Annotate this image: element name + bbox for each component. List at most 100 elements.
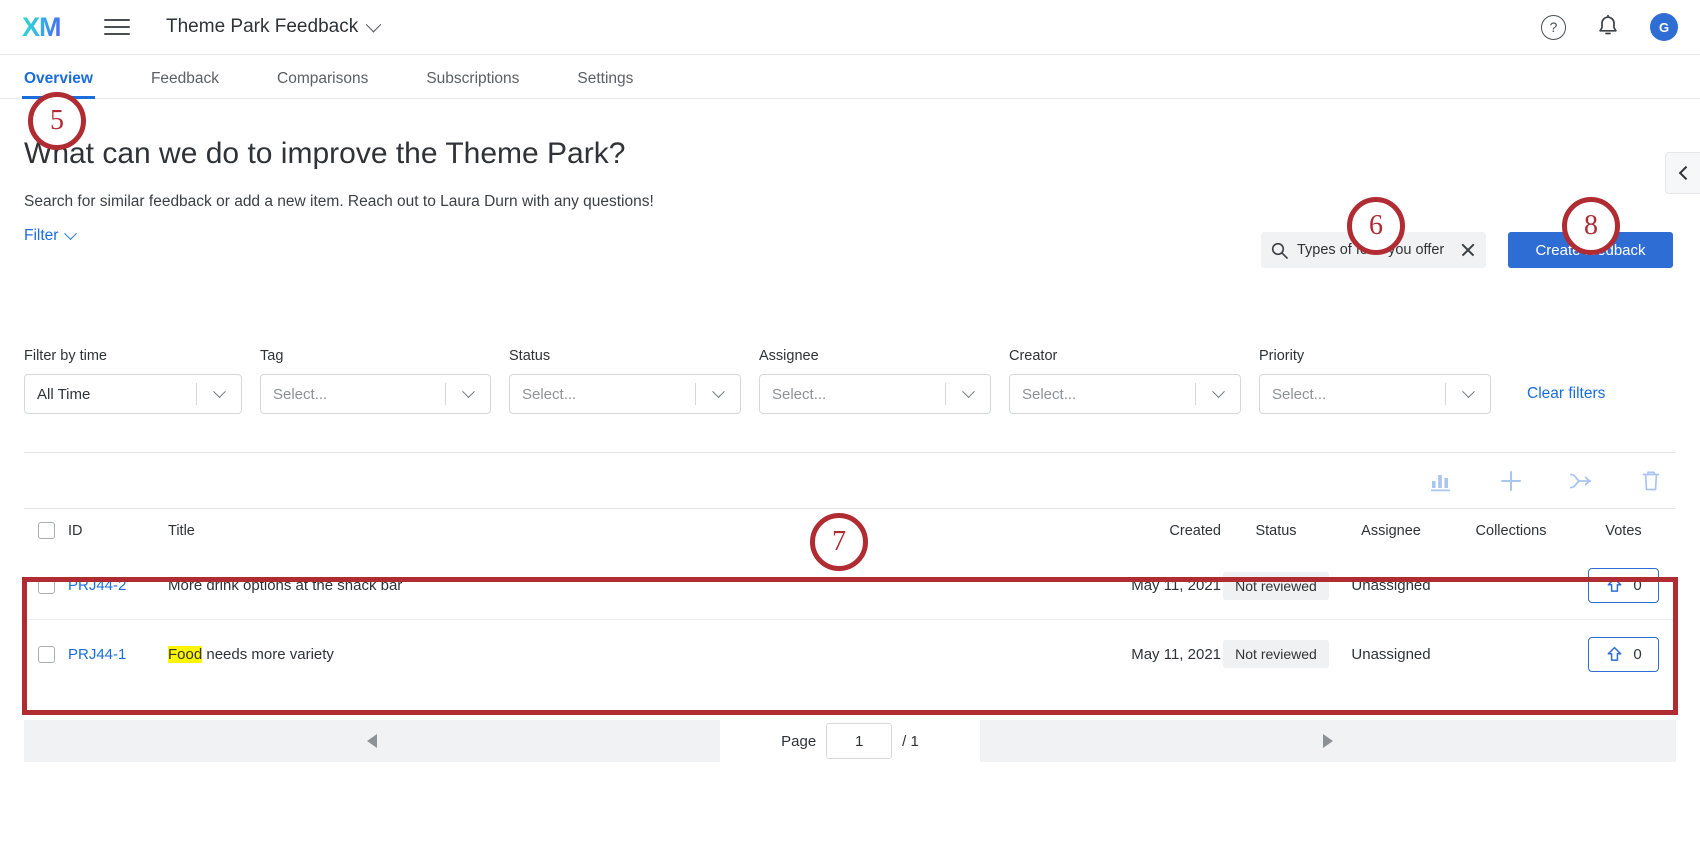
filter-group-priority: Priority Select... (1259, 348, 1491, 414)
trash-icon[interactable] (1638, 468, 1664, 494)
feedback-id-link[interactable]: PRJ44-2 (68, 577, 126, 594)
filter-value: All Time (25, 386, 196, 403)
annotation-marker-7: 7 (810, 513, 868, 571)
select-all-checkbox[interactable] (38, 522, 55, 539)
select-all-cell (24, 522, 68, 539)
filter-value: Select... (510, 386, 695, 403)
column-header-status[interactable]: Status (1221, 523, 1331, 539)
hamburger-icon[interactable] (104, 17, 130, 37)
row-select-cell (24, 577, 68, 594)
page-subtitle: Search for similar feedback or add a new… (24, 193, 654, 211)
feedback-id-link[interactable]: PRJ44-1 (68, 646, 126, 663)
annotation-marker-5: 5 (28, 92, 86, 150)
vote-button[interactable]: 0 (1588, 568, 1658, 603)
chevron-down-icon[interactable] (1446, 390, 1490, 399)
avatar[interactable]: G (1650, 13, 1678, 41)
table-body: PRJ44-2 More drink options at the snack … (24, 552, 1676, 688)
filter-label: Tag (260, 348, 491, 364)
filter-group-tag: Tag Select... (260, 348, 491, 414)
upvote-arrow-icon (1605, 645, 1624, 664)
collapse-panel-button[interactable] (1665, 152, 1700, 194)
filter-bar: Filter by time All Time Tag Select... St… (24, 348, 1676, 414)
merge-icon[interactable] (1568, 468, 1594, 494)
page-total: / 1 (902, 733, 919, 750)
filter-toggle-label: Filter (24, 227, 58, 245)
tab-feedback[interactable]: Feedback (151, 70, 219, 98)
row-checkbox[interactable] (38, 646, 55, 663)
column-header-assignee[interactable]: Assignee (1331, 523, 1451, 539)
filter-label: Priority (1259, 348, 1491, 364)
clear-filters-link[interactable]: Clear filters (1527, 385, 1605, 414)
cell-assignee: Unassigned (1331, 577, 1451, 594)
page-title: What can we do to improve the Theme Park… (24, 137, 625, 171)
column-header-votes[interactable]: Votes (1571, 523, 1676, 539)
cell-votes: 0 (1571, 568, 1676, 603)
filter-group-assignee: Assignee Select... (759, 348, 991, 414)
row-checkbox[interactable] (38, 577, 55, 594)
vote-count: 0 (1633, 646, 1641, 663)
top-bar: XM Theme Park Feedback ? G (0, 0, 1700, 55)
filter-label: Creator (1009, 348, 1241, 364)
chevron-down-icon[interactable] (446, 390, 490, 399)
filter-label: Assignee (759, 348, 991, 364)
chevron-down-icon[interactable] (696, 390, 740, 399)
filter-value: Select... (1010, 386, 1195, 403)
chevron-down-icon (366, 16, 382, 32)
column-header-id[interactable]: ID (68, 523, 168, 539)
cell-assignee: Unassigned (1331, 646, 1451, 663)
cell-id: PRJ44-1 (68, 646, 168, 663)
filter-toggle[interactable]: Filter (24, 227, 75, 245)
xm-logo[interactable]: XM (22, 12, 68, 42)
column-header-created[interactable]: Created (1091, 523, 1221, 539)
title-highlight: Food (168, 646, 202, 663)
filter-select-tag[interactable]: Select... (260, 374, 491, 414)
top-bar-actions: ? G (1541, 13, 1678, 41)
triangle-right-icon (1323, 734, 1333, 748)
tab-subscriptions[interactable]: Subscriptions (426, 70, 519, 98)
cell-status: Not reviewed (1221, 640, 1331, 668)
tab-settings[interactable]: Settings (577, 70, 633, 98)
filter-group-creator: Creator Select... (1009, 348, 1241, 414)
filter-value: Select... (261, 386, 445, 403)
table-toolbar (24, 452, 1676, 508)
column-header-title[interactable]: Title (168, 523, 1091, 539)
table-row[interactable]: PRJ44-1 Food needs more variety May 11, … (24, 620, 1676, 688)
chevron-left-icon (1679, 166, 1693, 180)
filter-label: Filter by time (24, 348, 242, 364)
status-badge: Not reviewed (1223, 640, 1329, 668)
filter-select-assignee[interactable]: Select... (759, 374, 991, 414)
filter-group-time: Filter by time All Time (24, 348, 242, 414)
filter-value: Select... (760, 386, 945, 403)
row-select-cell (24, 646, 68, 663)
filter-select-time[interactable]: All Time (24, 374, 242, 414)
page-number-input[interactable] (826, 723, 892, 759)
filter-select-creator[interactable]: Select... (1009, 374, 1241, 414)
pagination: Page / 1 (24, 720, 1676, 762)
column-header-collections[interactable]: Collections (1451, 523, 1571, 539)
project-title-dropdown[interactable]: Theme Park Feedback (166, 16, 379, 38)
chevron-down-icon[interactable] (946, 390, 990, 399)
chart-icon[interactable] (1428, 468, 1454, 494)
project-title-label: Theme Park Feedback (166, 16, 358, 38)
filter-select-priority[interactable]: Select... (1259, 374, 1491, 414)
app-root: XM Theme Park Feedback ? G Overview Feed… (0, 0, 1700, 850)
upvote-arrow-icon (1605, 576, 1624, 595)
chevron-down-icon[interactable] (1196, 390, 1240, 399)
cell-created: May 11, 2021 (1091, 577, 1221, 594)
plus-icon[interactable] (1498, 468, 1524, 494)
chevron-down-icon[interactable] (197, 390, 241, 399)
vote-count: 0 (1633, 577, 1641, 594)
annotation-marker-6: 6 (1347, 197, 1405, 255)
tab-comparisons[interactable]: Comparisons (277, 70, 368, 98)
close-icon[interactable] (1460, 242, 1476, 258)
next-page-button[interactable] (980, 720, 1676, 762)
previous-page-button[interactable] (24, 720, 720, 762)
help-icon[interactable]: ? (1541, 15, 1566, 40)
triangle-left-icon (367, 734, 377, 748)
bell-icon[interactable] (1596, 14, 1620, 40)
filter-value: Select... (1260, 386, 1445, 403)
vote-button[interactable]: 0 (1588, 637, 1658, 672)
filter-group-status: Status Select... (509, 348, 741, 414)
cell-votes: 0 (1571, 637, 1676, 672)
filter-select-status[interactable]: Select... (509, 374, 741, 414)
